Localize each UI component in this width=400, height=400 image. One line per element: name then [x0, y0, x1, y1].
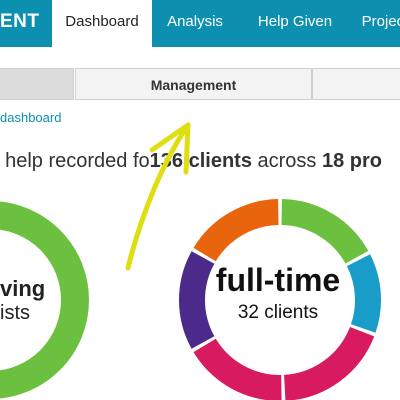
annotation-arrow: [125, 122, 191, 271]
right-donut-segment[interactable]: [280, 199, 369, 264]
right-donut-segment[interactable]: [346, 254, 381, 333]
left-donut-sublabel: ists: [0, 302, 30, 324]
right-donut-segment[interactable]: [193, 338, 282, 400]
right-donut-segment[interactable]: [193, 199, 280, 262]
right-donut-subtitle: 32 clients: [237, 302, 319, 323]
left-donut-label: ving: [0, 276, 46, 301]
donut-charts: [0, 122, 381, 400]
right-donut-title: full-time: [215, 262, 341, 298]
right-donut-segment[interactable]: [283, 326, 375, 400]
right-donut[interactable]: [179, 199, 381, 400]
